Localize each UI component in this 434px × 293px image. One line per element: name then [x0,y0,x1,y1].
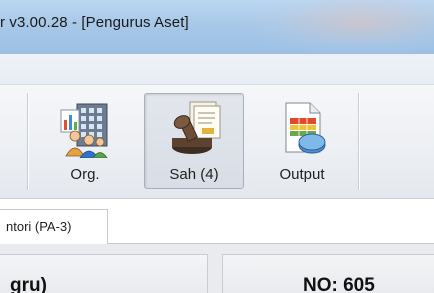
left-panel-text: gru) [10,275,47,293]
toolbar-separator [358,93,360,190]
right-panel-header: NO: 605 [222,254,434,293]
menu-strip [0,54,434,85]
tab-strip: ntori (PA-3) [0,199,434,244]
report-output-icon [285,102,326,154]
title-bar: r v3.00.28 - [Pengurus Aset] [0,0,434,54]
toolbar-separator [27,93,29,190]
left-panel-header: gru) [0,254,208,293]
sah-button[interactable]: Sah (4) [144,93,244,189]
approval-stamp-icon [172,101,221,154]
content-area: gru) NO: 605 [0,244,434,293]
record-number: NO: 605 [303,275,375,293]
organization-icon [60,103,108,158]
org-button[interactable]: Org. [42,93,128,189]
output-button-label: Output [279,166,325,183]
toolbar: Org. Sah (4) Output [0,85,434,199]
sah-button-label: Sah (4) [169,166,219,183]
org-button-label: Org. [70,166,100,183]
window-title: r v3.00.28 - [Pengurus Aset] [0,14,189,31]
output-button[interactable]: Output [260,93,344,189]
tab-inventori-pa3[interactable]: ntori (PA-3) [0,209,108,244]
title-bar-glow [250,0,434,54]
